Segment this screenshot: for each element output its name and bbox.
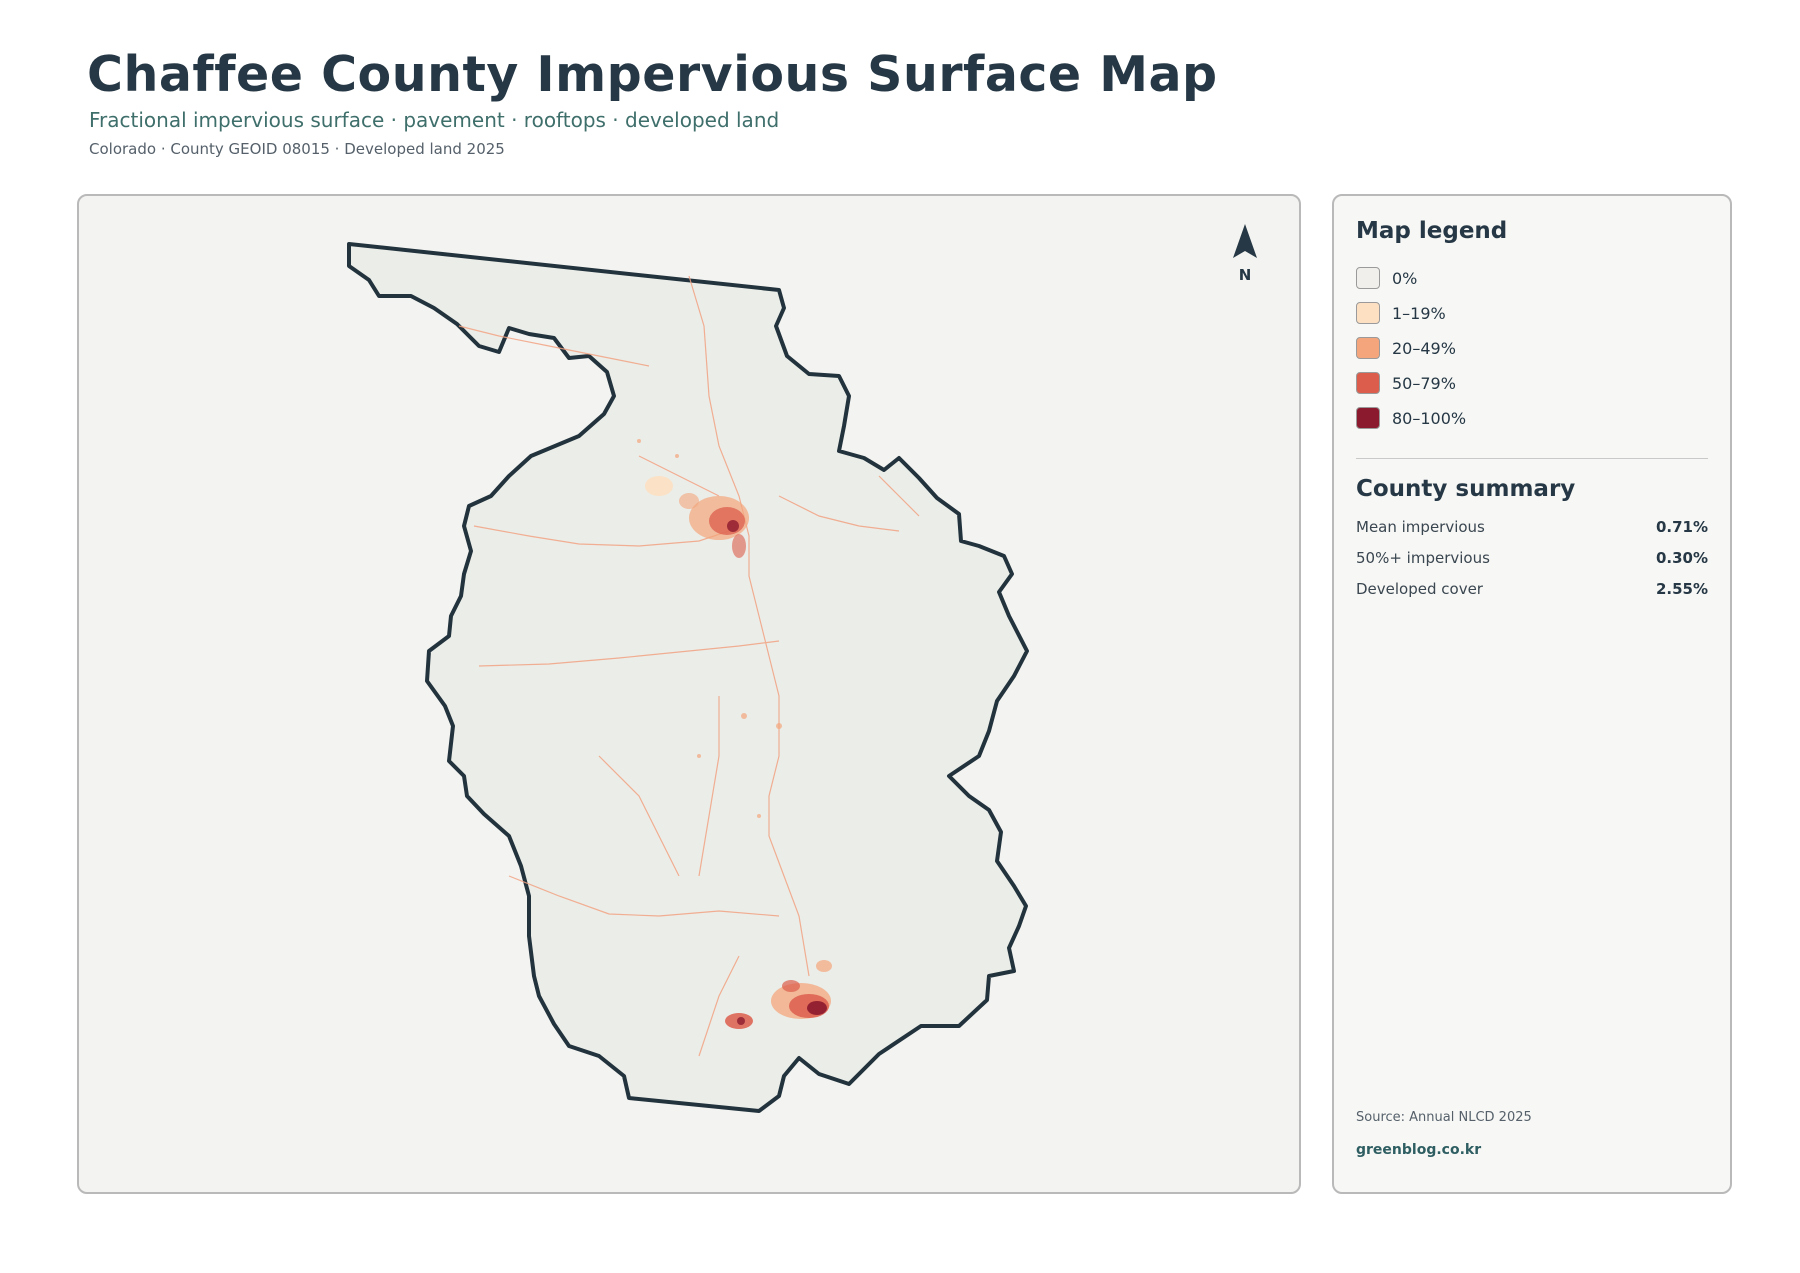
site-link[interactable]: greenblog.co.kr xyxy=(1356,1142,1481,1158)
county-boundary xyxy=(347,242,1029,1113)
stat-value: 2.55% xyxy=(1655,580,1708,598)
stat-value: 0.30% xyxy=(1655,549,1708,567)
north-label: N xyxy=(1238,266,1252,284)
legend-swatch xyxy=(1356,302,1380,324)
map-panel[interactable] xyxy=(77,194,1301,1194)
legend-swatch xyxy=(1356,372,1380,394)
stat-value: 0.71% xyxy=(1655,518,1708,536)
county-map[interactable] xyxy=(79,196,1301,1194)
legend-title: Map legend xyxy=(1356,218,1508,244)
stat-label: 50%+ impervious xyxy=(1356,549,1490,567)
legend-item-3: 50–79% xyxy=(1356,371,1456,395)
legend-swatch xyxy=(1356,407,1380,429)
legend-label: 80–100% xyxy=(1392,408,1467,428)
stat-label: Developed cover xyxy=(1356,580,1483,598)
side-panel: Map legend 0% 1–19% 20–49% 50–79% 80–100… xyxy=(1332,194,1732,1194)
page-title: Chaffee County Impervious Surface Map xyxy=(87,46,1218,103)
stat-row-50-plus-impervious: 50%+ impervious 0.30% xyxy=(1356,549,1708,567)
legend-swatch xyxy=(1356,337,1380,359)
legend-item-4: 80–100% xyxy=(1356,406,1466,430)
stat-row-mean-impervious: Mean impervious 0.71% xyxy=(1356,518,1708,536)
stat-label: Mean impervious xyxy=(1356,518,1485,536)
town-cluster-poncha-springs xyxy=(725,1013,753,1029)
page-subtitle: Fractional impervious surface · pavement… xyxy=(89,108,780,132)
source-note: Source: Annual NLCD 2025 xyxy=(1356,1110,1532,1125)
legend-label: 0% xyxy=(1392,268,1418,288)
legend-label: 50–79% xyxy=(1392,373,1456,393)
summary-title: County summary xyxy=(1356,476,1576,502)
legend-label: 20–49% xyxy=(1392,338,1456,358)
north-arrow: N xyxy=(1220,224,1270,284)
page-meta: Colorado · County GEOID 08015 · Develope… xyxy=(89,140,505,158)
legend-swatch xyxy=(1356,267,1380,289)
legend-label: 1–19% xyxy=(1392,303,1446,323)
stat-row-developed-cover: Developed cover 2.55% xyxy=(1356,580,1708,598)
legend-divider xyxy=(1356,458,1708,459)
legend-item-0: 0% xyxy=(1356,266,1417,290)
legend-item-1: 1–19% xyxy=(1356,301,1446,325)
legend-item-2: 20–49% xyxy=(1356,336,1456,360)
north-arrow-icon xyxy=(1233,224,1257,258)
